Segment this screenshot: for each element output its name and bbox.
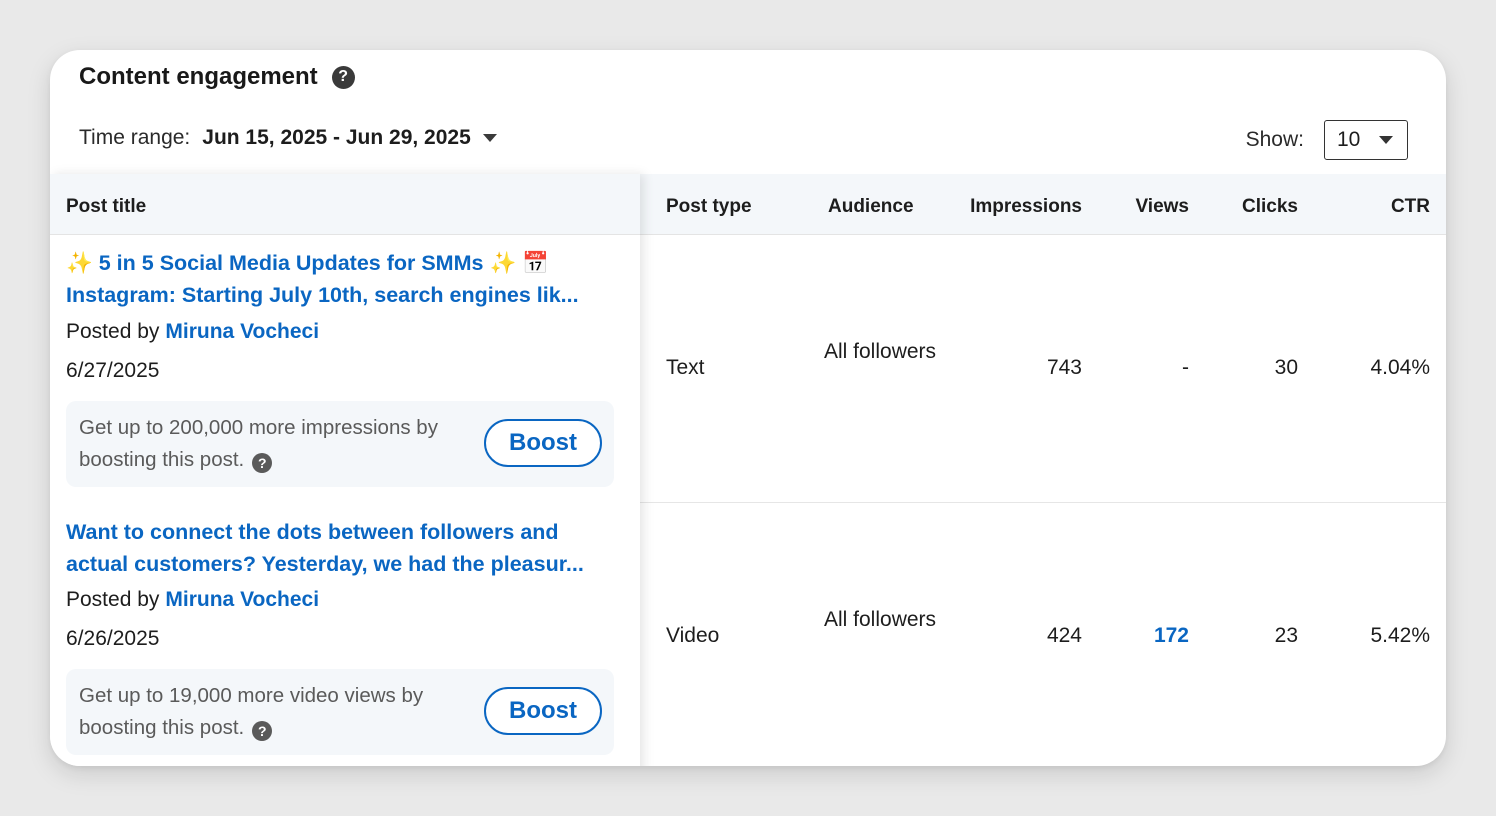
boost-promo-message: Get up to 19,000 more video views by boo… [79, 684, 424, 739]
boost-button[interactable]: Boost [484, 419, 602, 467]
cell-audience: All followers [824, 608, 937, 631]
author-link[interactable]: Miruna Vocheci [165, 588, 319, 611]
post-title-line: actual customers? Yesterday, we had the … [66, 552, 584, 576]
boost-promo: Get up to 19,000 more video views by boo… [66, 669, 614, 755]
cell-impressions: 424 [1046, 624, 1082, 647]
column-header-post-title-cell: Post title [50, 174, 640, 235]
page-title: Content engagement [79, 63, 318, 90]
question-circle-icon[interactable]: ? [252, 721, 273, 741]
post-date: 6/26/2025 [66, 627, 160, 650]
boost-promo-text: Get up to 200,000 more impressions by bo… [79, 412, 469, 476]
post-title-link[interactable]: Want to connect the dots between followe… [66, 516, 618, 580]
post-title-text: 5 in 5 Social Media Updates for SMMs [92, 251, 490, 275]
column-header-clicks[interactable]: Clicks [1220, 174, 1298, 234]
post-date: 6/27/2025 [66, 359, 160, 382]
table-row: ✨ 5 in 5 Social Media Updates for SMMs ✨… [50, 234, 640, 502]
show-count-value: 10 [1337, 128, 1361, 151]
question-circle-icon[interactable]: ? [252, 453, 273, 473]
column-header-views[interactable]: Views [1110, 174, 1189, 234]
posted-by: Posted by Miruna Vocheci [66, 588, 319, 612]
boost-button[interactable]: Boost [484, 687, 602, 735]
column-header-post-title[interactable]: Post title [66, 174, 146, 240]
time-range-label: Time range: [79, 126, 191, 149]
time-range-value: Jun 15, 2025 - Jun 29, 2025 [202, 126, 471, 149]
cell-audience: All followers [824, 340, 937, 363]
caret-down-icon [482, 134, 497, 142]
cell-post-type: Video [666, 624, 720, 647]
title-row: Content engagement ? [79, 62, 355, 92]
sparkles-icon: ✨ [489, 251, 517, 275]
cell-views: - [1182, 356, 1189, 379]
cell-views-link[interactable]: 172 [1110, 624, 1189, 648]
post-title-link[interactable]: ✨ 5 in 5 Social Media Updates for SMMs ✨… [66, 247, 618, 311]
content-engagement-card: Content engagement ? Time range: Jun 15,… [50, 50, 1446, 766]
cell-ctr: 5.42% [1370, 624, 1430, 647]
cell-clicks: 30 [1274, 356, 1298, 379]
posted-by: Posted by Miruna Vocheci [66, 320, 319, 344]
column-header-impressions[interactable]: Impressions [950, 174, 1082, 234]
cell-post-type: Text [666, 356, 705, 379]
calendar-icon: 📅 [522, 251, 549, 275]
post-title-column: Post title ✨ 5 in 5 Social Media Updates… [50, 174, 640, 766]
column-header-post-type[interactable]: Post type [666, 174, 752, 234]
table-row: Want to connect the dots between followe… [50, 503, 640, 766]
column-header-ctr[interactable]: CTR [1350, 174, 1430, 234]
posted-by-label: Posted by [66, 588, 160, 611]
caret-down-icon [1379, 136, 1393, 144]
author-link[interactable]: Miruna Vocheci [165, 320, 319, 343]
cell-ctr: 4.04% [1370, 356, 1430, 379]
sparkles-icon: ✨ [66, 251, 93, 275]
boost-promo-text: Get up to 19,000 more video views by boo… [79, 680, 469, 744]
boost-promo: Get up to 200,000 more impressions by bo… [66, 401, 614, 487]
show-count-select[interactable]: 10 [1324, 120, 1408, 160]
cell-impressions: 743 [1046, 356, 1082, 379]
post-title-line: Instagram: Starting July 10th, search en… [66, 283, 579, 307]
show-count-control: Show: 10 [1246, 120, 1408, 160]
question-circle-icon[interactable]: ? [331, 65, 355, 89]
show-label: Show: [1245, 128, 1304, 151]
cell-clicks: 23 [1274, 624, 1298, 647]
time-range-dropdown[interactable]: Time range: Jun 15, 2025 - Jun 29, 2025 [79, 122, 497, 154]
posted-by-label: Posted by [66, 320, 160, 343]
post-title-line: Want to connect the dots between followe… [66, 520, 559, 544]
column-header-audience[interactable]: Audience [828, 174, 914, 234]
